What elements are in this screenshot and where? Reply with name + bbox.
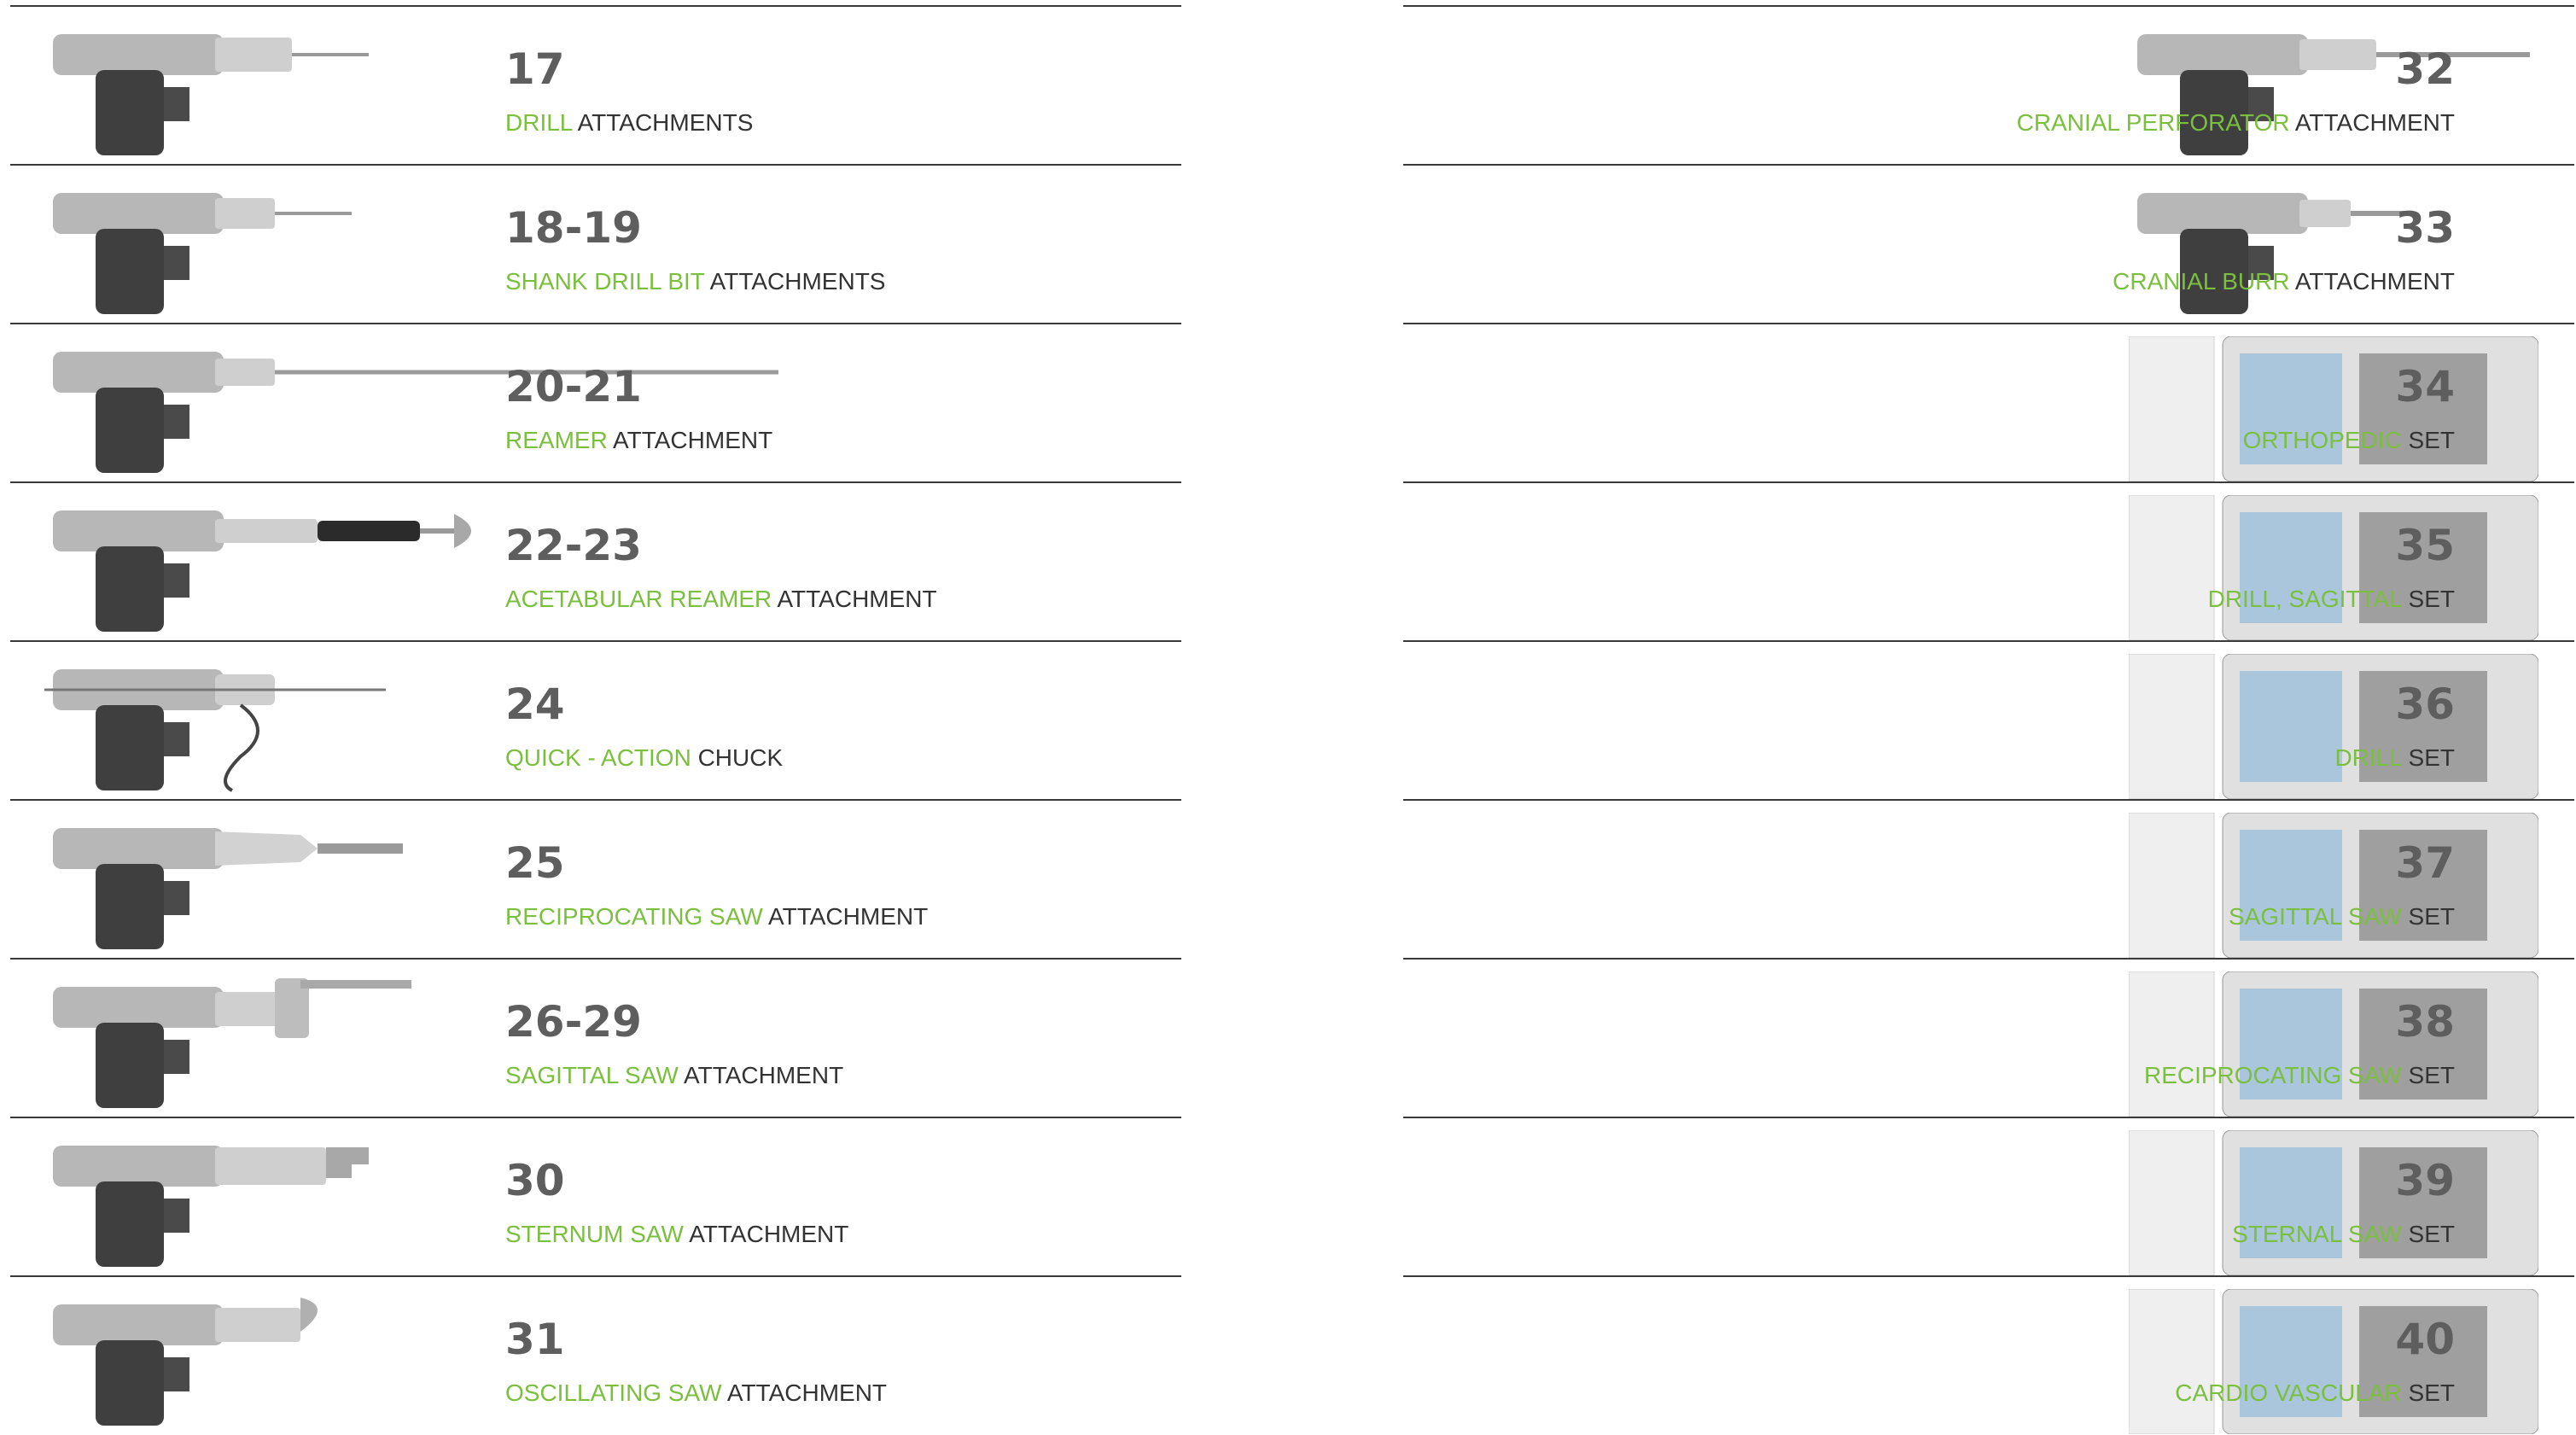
catalog-row: 36 DRILL SET — [1403, 640, 2574, 800]
item-label: DRILL SET — [2334, 744, 2455, 771]
sternum-saw-image — [53, 1146, 369, 1267]
attachments-column: 17 DRILL ATTACHMENTS 18-19 SHANK DRILL B… — [10, 0, 1181, 1426]
catalog-row: 32 CRANIAL PERFORATOR ATTACHMENT — [1403, 5, 2574, 165]
item-label: OSCILLATING SAW ATTACHMENT — [505, 1380, 888, 1406]
item-label: SAGITTAL SAW ATTACHMENT — [505, 1062, 844, 1088]
sets-column: 32 CRANIAL PERFORATOR ATTACHMENT 33 CRAN… — [1403, 0, 2574, 1434]
page-number: 25 — [505, 838, 565, 888]
item-label: DRILL, SAGITTAL SET — [2207, 586, 2455, 612]
acetabular-reamer-image — [53, 510, 471, 632]
item-label: SAGITTAL SAW SET — [2228, 903, 2455, 930]
catalog-row: 35 DRILL, SAGITTAL SET — [1403, 481, 2574, 641]
catalog-row: 20-21 REAMER ATTACHMENT — [10, 323, 1181, 482]
page-number: 30 — [505, 1156, 565, 1205]
catalog-row: 18-19 SHANK DRILL BIT ATTACHMENTS — [10, 164, 1181, 324]
shank-drill-bit-image — [53, 193, 352, 314]
catalog-row: 17 DRILL ATTACHMENTS — [10, 5, 1181, 165]
quick-action-chuck-image — [44, 669, 386, 792]
cardio-vascular-set-image — [2129, 1289, 2538, 1434]
page-number: 17 — [505, 44, 565, 94]
page-number: 18-19 — [505, 203, 642, 253]
reciprocating-saw-image — [53, 828, 403, 949]
catalog-row: 39 STERNAL SAW SET — [1403, 1117, 2574, 1276]
page-number: 20-21 — [505, 362, 642, 411]
item-label: STERNAL SAW SET — [2232, 1221, 2455, 1247]
item-label: SHANK DRILL BIT ATTACHMENTS — [505, 268, 886, 295]
item-label: ACETABULAR REAMER ATTACHMENT — [505, 586, 937, 612]
sternal-saw-set-image — [2129, 1130, 2538, 1275]
item-label: DRILL ATTACHMENTS — [505, 109, 754, 136]
page-number: 34 — [2395, 362, 2455, 411]
catalog-row: 24 QUICK - ACTION CHUCK — [10, 640, 1181, 800]
catalog-row: 40 CARDIO VASCULAR SET — [1403, 1275, 2574, 1435]
catalog-row: 25 RECIPROCATING SAW ATTACHMENT — [10, 799, 1181, 959]
oscillating-saw-image — [53, 1298, 318, 1426]
sagittal-saw-set-image — [2129, 813, 2538, 958]
item-label: QUICK - ACTION CHUCK — [505, 744, 784, 771]
catalog-row: 22-23 ACETABULAR REAMER ATTACHMENT — [10, 481, 1181, 641]
catalog-row: 34 ORTHOPEDIC SET — [1403, 323, 2574, 482]
catalog-row: 37 SAGITTAL SAW SET — [1403, 799, 2574, 959]
catalog-row: 38 RECIPROCATING SAW SET — [1403, 958, 2574, 1117]
sagittal-saw-image — [53, 978, 411, 1108]
drill-sagittal-set-image — [2129, 495, 2538, 640]
page-number: 22-23 — [505, 521, 642, 570]
item-label: REAMER ATTACHMENT — [505, 427, 773, 453]
page-number: 35 — [2395, 521, 2455, 570]
catalog-row: 31 OSCILLATING SAW ATTACHMENT — [10, 1275, 1181, 1435]
reamer-attachment-image — [53, 352, 778, 473]
page-number: 40 — [2395, 1315, 2455, 1364]
page-number: 26-29 — [505, 997, 642, 1047]
page-number: 37 — [2395, 838, 2455, 888]
drill-set-image — [2129, 654, 2538, 799]
page-number: 39 — [2395, 1156, 2455, 1205]
orthopedic-set-image — [2129, 336, 2538, 481]
catalog-row: 26-29 SAGITTAL SAW ATTACHMENT — [10, 958, 1181, 1117]
reciprocating-saw-set-image — [2129, 971, 2538, 1117]
page-number: 31 — [505, 1315, 565, 1364]
page-number: 36 — [2395, 680, 2455, 729]
item-label: CARDIO VASCULAR SET — [2175, 1380, 2455, 1406]
item-label: RECIPROCATING SAW ATTACHMENT — [505, 903, 929, 930]
cranial-perforator-image — [2137, 34, 2530, 155]
catalog-row: 30 STERNUM SAW ATTACHMENT — [10, 1117, 1181, 1276]
item-label: CRANIAL BURR ATTACHMENT — [2113, 268, 2455, 295]
item-label: CRANIAL PERFORATOR ATTACHMENT — [2016, 109, 2455, 136]
item-label: RECIPROCATING SAW SET — [2143, 1062, 2455, 1088]
drill-attachment-image — [53, 34, 369, 155]
page-number: 33 — [2395, 203, 2455, 253]
cranial-burr-image — [2137, 193, 2410, 314]
page-number: 24 — [505, 680, 565, 729]
page-number: 38 — [2395, 997, 2455, 1047]
catalog-row: 33 CRANIAL BURR ATTACHMENT — [1403, 164, 2574, 324]
page-number: 32 — [2395, 44, 2455, 94]
item-label: ORTHOPEDIC SET — [2242, 427, 2455, 453]
item-label: STERNUM SAW ATTACHMENT — [505, 1221, 849, 1247]
